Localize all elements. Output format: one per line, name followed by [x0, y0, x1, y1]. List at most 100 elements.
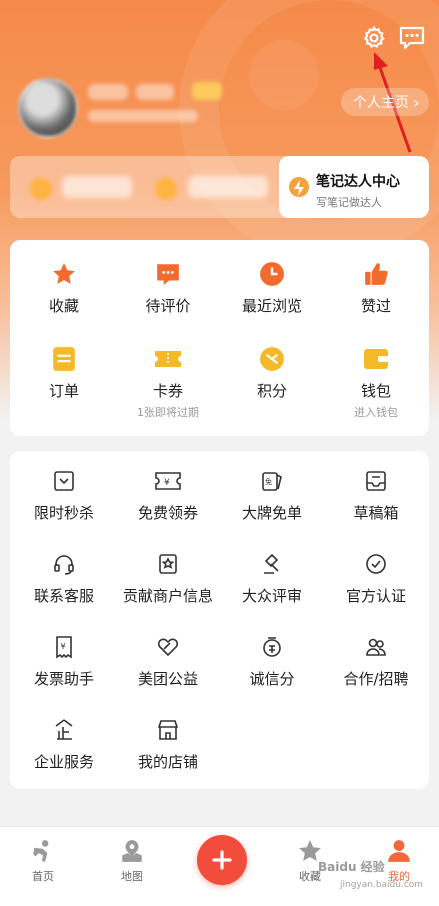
quick-label: 钱包 — [360, 382, 391, 400]
quick-label: 赞过 — [360, 297, 391, 315]
coin-icon — [30, 178, 52, 200]
map-icon — [122, 840, 142, 862]
quick-sublabel: 1张即将过期 — [137, 406, 199, 419]
service-drafts[interactable]: 草稿箱 — [324, 467, 428, 523]
star-icon — [50, 260, 78, 288]
quick-item-coupons[interactable]: 卡券 1张即将过期 — [116, 345, 220, 420]
service-label: 联系客服 — [33, 587, 94, 605]
service-label: 大众评审 — [241, 587, 302, 605]
verified-icon — [362, 550, 390, 578]
service-label: 免费领券 — [137, 504, 198, 522]
quick-item-favorites[interactable]: 收藏 — [12, 260, 116, 316]
service-free-coupon[interactable]: ¥ 免费领券 — [116, 467, 220, 523]
avatar[interactable] — [18, 78, 78, 138]
gavel-icon — [258, 550, 286, 578]
service-label: 贡献商户信息 — [122, 587, 213, 605]
quick-item-liked[interactable]: 赞过 — [324, 260, 428, 316]
personal-home-label: 个人主页 — [353, 95, 409, 111]
settings-gear-icon[interactable] — [360, 24, 388, 52]
headset-icon — [50, 550, 78, 578]
username-blurred — [88, 84, 128, 100]
service-label: 大牌免单 — [241, 504, 302, 522]
service-cooperation[interactable]: 合作/招聘 — [324, 633, 428, 689]
quick-sublabel: 进入钱包 — [354, 406, 398, 419]
service-label: 合作/招聘 — [343, 670, 409, 688]
quick-label: 收藏 — [48, 297, 79, 315]
coupon-icon: ¥ — [154, 467, 182, 495]
stat-blurred — [188, 176, 268, 198]
service-label: 发票助手 — [33, 670, 94, 688]
points-icon — [258, 345, 286, 373]
service-free-order[interactable]: 免 大牌免单 — [220, 467, 324, 523]
service-label: 官方认证 — [345, 587, 406, 605]
quick-item-pending-review[interactable]: 待评价 — [116, 260, 220, 316]
comment-icon — [154, 260, 182, 288]
service-merchant-info[interactable]: 贡献商户信息 — [116, 550, 220, 606]
service-customer-service[interactable]: 联系客服 — [12, 550, 116, 606]
free-order-icon: 免 — [258, 467, 286, 495]
user-icon — [388, 840, 410, 862]
username-blurred-2 — [136, 84, 174, 100]
tab-map[interactable]: 地图 — [92, 838, 172, 884]
svg-text:免: 免 — [265, 477, 272, 486]
service-label: 诚信分 — [249, 670, 295, 688]
people-icon — [362, 633, 390, 661]
quick-item-wallet[interactable]: 钱包 进入钱包 — [324, 345, 428, 420]
service-label: 企业服务 — [33, 753, 94, 771]
quick-item-points[interactable]: 积分 — [220, 345, 324, 401]
quick-label: 订单 — [48, 382, 79, 400]
service-enterprise[interactable]: 企业服务 — [12, 716, 116, 772]
home-icon — [33, 840, 49, 862]
order-icon — [50, 345, 78, 373]
user-info-blurred — [88, 110, 198, 122]
invoice-icon: ¥ — [50, 633, 78, 661]
quick-item-recent[interactable]: 最近浏览 — [220, 260, 324, 316]
tab-home[interactable]: 首页 — [3, 838, 83, 884]
service-my-store[interactable]: 我的店铺 — [116, 716, 220, 772]
service-public-review[interactable]: 大众评审 — [220, 550, 324, 606]
service-verified[interactable]: 官方认证 — [324, 550, 428, 606]
level-badge — [192, 82, 222, 100]
plus-icon — [212, 850, 232, 870]
expert-title: 笔记达人中心 — [316, 174, 400, 190]
quick-label: 卡券 — [152, 382, 183, 400]
service-label: 我的店铺 — [137, 753, 198, 771]
drafts-icon — [362, 467, 390, 495]
service-invoice[interactable]: ¥ 发票助手 — [12, 633, 116, 689]
chevron-right-icon: › — [413, 92, 420, 112]
stat-blurred — [62, 176, 132, 198]
merchant-info-icon — [154, 550, 182, 578]
add-post-button[interactable] — [197, 835, 247, 885]
store-icon — [154, 716, 182, 744]
service-label: 草稿箱 — [353, 504, 399, 522]
clock-icon — [258, 260, 286, 288]
personal-home-button[interactable]: 个人主页 › — [341, 88, 430, 116]
tab-label: 地图 — [121, 870, 143, 883]
svg-text:¥: ¥ — [61, 642, 66, 651]
flash-sale-icon — [50, 467, 78, 495]
watermark: Baidu 经验 — [318, 860, 385, 874]
expert-center-card[interactable]: 笔记达人中心 写笔记做达人 — [279, 156, 429, 218]
tab-label: 首页 — [32, 870, 54, 883]
lightning-icon — [289, 177, 309, 197]
svg-text:¥: ¥ — [164, 478, 170, 488]
quick-actions-card: 收藏 待评价 最近浏览 赞过 订单 卡券 1张即将过期 积分 钱包 进入钱包 — [10, 240, 429, 436]
coin-icon — [155, 178, 177, 200]
service-label: 限时秒杀 — [33, 504, 94, 522]
decor-circle — [249, 40, 319, 110]
services-card: 限时秒杀 ¥ 免费领券 免 大牌免单 草稿箱 联系客服 贡献商户信息 大众评审 … — [10, 451, 429, 789]
quick-label: 最近浏览 — [241, 297, 302, 315]
ticket-icon — [154, 345, 182, 373]
enterprise-icon — [50, 716, 78, 744]
thumb-up-icon — [362, 260, 390, 288]
service-flash-sale[interactable]: 限时秒杀 — [12, 467, 116, 523]
quick-label: 待评价 — [145, 297, 191, 315]
expert-subtitle: 写笔记做达人 — [316, 196, 382, 209]
service-charity[interactable]: 美团公益 — [116, 633, 220, 689]
quick-label: 积分 — [256, 382, 287, 400]
watermark-url: jingyan.baidu.com — [340, 880, 424, 890]
wallet-icon — [362, 345, 390, 373]
quick-item-orders[interactable]: 订单 — [12, 345, 116, 401]
message-icon[interactable] — [398, 24, 426, 52]
service-credit[interactable]: 诚信分 — [220, 633, 324, 689]
